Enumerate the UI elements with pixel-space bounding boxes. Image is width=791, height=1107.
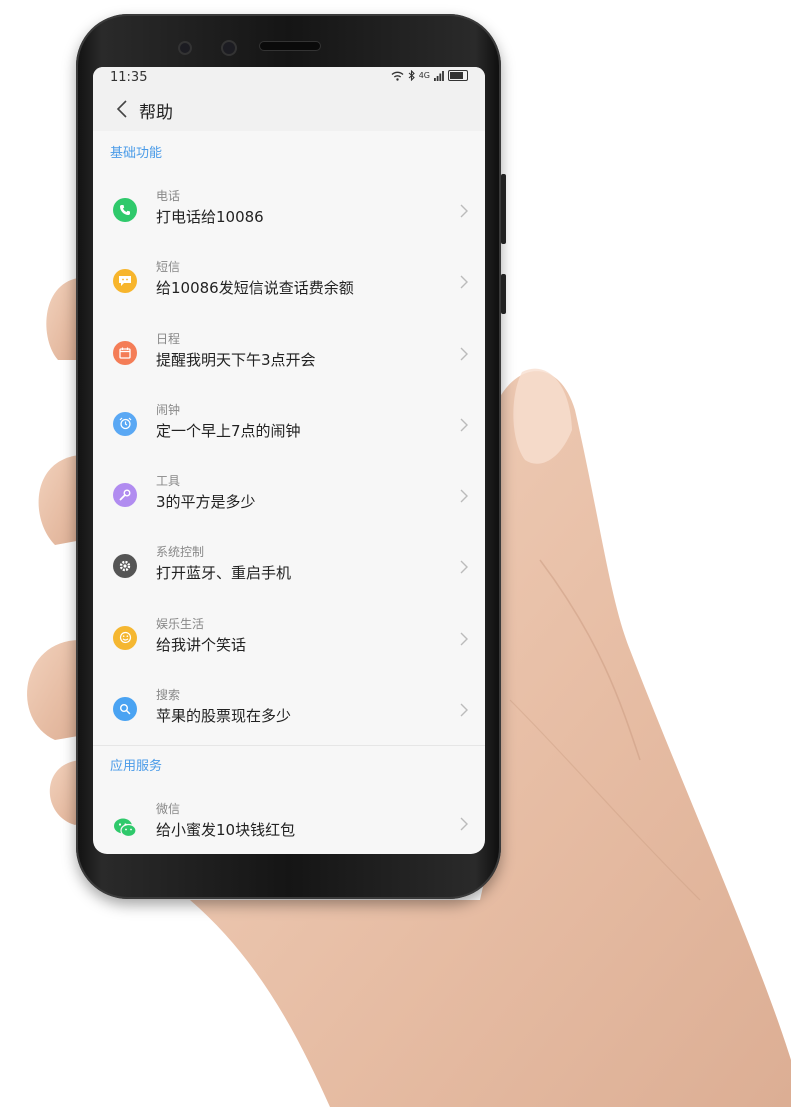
item-category: 日程 (156, 331, 181, 346)
battery-icon (448, 70, 468, 81)
chevron-right-icon (460, 817, 468, 831)
item-example: 提醒我明天下午3点开会 (156, 350, 316, 369)
list-item-sms[interactable]: 短信 给10086发短信说查话费余额 (93, 246, 485, 317)
list-item-entertainment[interactable]: 娱乐生活 给我讲个笑话 (93, 603, 485, 674)
status-time: 11:35 (110, 70, 148, 85)
list-item-phone[interactable]: 电话 打电话给10086 (93, 175, 485, 246)
item-category: 闹钟 (156, 402, 181, 417)
status-bar: 11:35 4G (93, 67, 485, 89)
smile-icon (113, 625, 137, 650)
chevron-right-icon (460, 418, 468, 432)
item-example: 3的平方是多少 (156, 493, 256, 512)
item-category: 电话 (156, 189, 181, 203)
item-category: 微信 (156, 802, 181, 817)
message-icon (113, 269, 137, 294)
bluetooth-icon (408, 70, 415, 81)
page-title: 帮助 (139, 103, 173, 123)
alarm-icon (113, 411, 137, 436)
signal-label: 4G (418, 71, 430, 80)
chevron-right-icon (460, 489, 468, 503)
item-example: 给小蜜发10块钱红包 (156, 821, 296, 840)
phone-icon (113, 198, 137, 222)
item-category: 搜索 (156, 688, 181, 703)
chevron-right-icon (460, 560, 468, 574)
chevron-right-icon (460, 703, 468, 717)
title-bar: 帮助 (93, 89, 485, 131)
wrench-icon (113, 483, 137, 508)
search-icon (113, 697, 137, 722)
item-example: 苹果的股票现在多少 (156, 707, 292, 726)
calendar-icon (113, 340, 137, 365)
section-title-app-services: 应用服务 (93, 745, 485, 788)
back-arrow-icon[interactable] (113, 99, 133, 119)
screen: 11:35 4G 帮助 基础功能 电话 打电话给10086 短信 给10086发… (93, 67, 485, 854)
chevron-right-icon (460, 275, 468, 289)
item-category: 工具 (156, 474, 181, 489)
chevron-right-icon (460, 204, 468, 218)
list-item-search[interactable]: 搜索 苹果的股票现在多少 (93, 674, 485, 745)
section-title-basic: 基础功能 (110, 146, 163, 161)
front-camera-icon (221, 40, 237, 56)
item-category: 娱乐生活 (156, 616, 205, 631)
item-category: 短信 (156, 260, 181, 275)
wifi-icon (391, 71, 404, 81)
volume-button (501, 174, 506, 244)
chevron-right-icon (460, 632, 468, 646)
list-item-alarm[interactable]: 闹钟 定一个早上7点的闹钟 (93, 389, 485, 460)
item-example: 打电话给10086 (156, 208, 264, 226)
item-example: 给10086发短信说查话费余额 (156, 279, 354, 298)
earpiece (260, 42, 320, 50)
gear-icon (113, 554, 137, 579)
item-example: 打开蓝牙、重启手机 (156, 564, 292, 583)
signal-icon (434, 70, 444, 81)
wechat-icon (113, 816, 137, 840)
power-button (501, 274, 506, 314)
item-example: 定一个早上7点的闹钟 (156, 421, 301, 440)
chevron-right-icon (460, 347, 468, 361)
item-example: 给我讲个笑话 (156, 635, 247, 654)
front-camera-icon (178, 41, 192, 55)
list-item-schedule[interactable]: 日程 提醒我明天下午3点开会 (93, 318, 485, 389)
list-item-wechat[interactable]: 微信 给小蜜发10块钱红包 (93, 788, 485, 854)
item-category: 系统控制 (156, 545, 205, 560)
status-icons: 4G (391, 70, 468, 81)
list-item-tools[interactable]: 工具 3的平方是多少 (93, 460, 485, 531)
list-item-system-control[interactable]: 系统控制 打开蓝牙、重启手机 (93, 531, 485, 602)
